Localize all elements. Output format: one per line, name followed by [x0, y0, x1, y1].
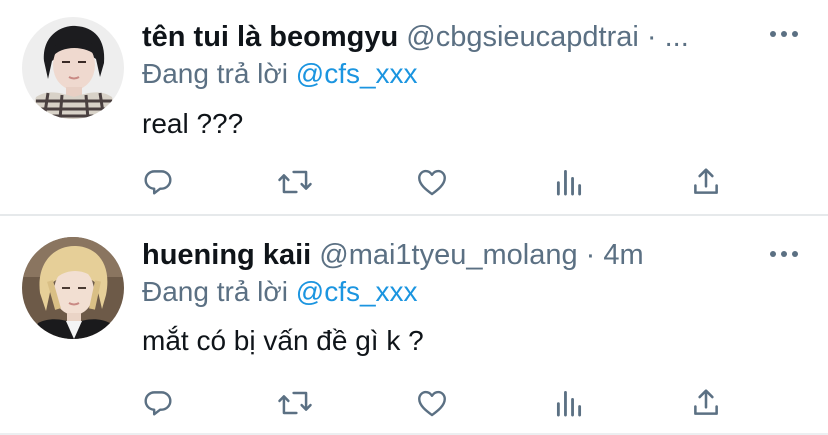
reply-icon — [144, 170, 172, 195]
reply-mention-link[interactable]: @cfs_xxx — [296, 58, 418, 89]
display-name[interactable]: huening kaii — [142, 239, 311, 271]
like-button[interactable] — [412, 162, 452, 202]
separator: · — [585, 239, 596, 271]
reply-button[interactable] — [138, 162, 178, 202]
tweet[interactable]: tên tui là beomgyu @cbgsieucapdtrai · ..… — [0, 0, 828, 215]
tweet-header: huening kaii @mai1tyeu_molang · 4m — [142, 238, 644, 272]
like-icon — [418, 169, 446, 196]
tweet-divider — [0, 214, 828, 216]
analytics-icon — [556, 169, 582, 196]
share-button[interactable] — [686, 162, 726, 202]
avatar[interactable] — [22, 17, 124, 119]
share-icon — [694, 168, 718, 194]
tweet-actions — [0, 383, 828, 423]
retweet-icon — [278, 391, 312, 415]
share-icon — [694, 389, 718, 415]
retweet-icon — [278, 170, 312, 194]
more-options-icon[interactable] — [770, 29, 800, 39]
reply-prefix: Đang trả lời — [142, 276, 288, 307]
retweet-button[interactable] — [275, 383, 315, 423]
user-avatar-photo-icon — [22, 17, 124, 119]
timestamp[interactable]: ... — [665, 21, 689, 53]
retweet-button[interactable] — [275, 162, 315, 202]
tweet-actions — [0, 162, 828, 202]
reply-prefix: Đang trả lời — [142, 58, 288, 89]
like-icon — [418, 390, 446, 417]
tweet-header: tên tui là beomgyu @cbgsieucapdtrai · ..… — [142, 20, 689, 54]
user-handle[interactable]: @mai1tyeu_molang — [319, 239, 577, 271]
reply-button[interactable] — [138, 383, 178, 423]
tweet[interactable]: huening kaii @mai1tyeu_molang · 4m Đang … — [0, 217, 828, 435]
avatar[interactable] — [22, 237, 124, 339]
analytics-button[interactable] — [549, 162, 589, 202]
tweet-text: mắt có bị vấn đề gì k ? — [142, 325, 424, 356]
reply-mention-link[interactable]: @cfs_xxx — [296, 276, 418, 307]
tweet-text: real ??? — [142, 108, 244, 139]
analytics-button[interactable] — [549, 383, 589, 423]
separator: · — [646, 21, 657, 53]
share-button[interactable] — [686, 383, 726, 423]
reply-icon — [144, 391, 172, 416]
display-name[interactable]: tên tui là beomgyu — [142, 21, 398, 53]
user-handle[interactable]: @cbgsieucapdtrai — [406, 21, 639, 53]
analytics-icon — [556, 390, 582, 417]
like-button[interactable] — [412, 383, 452, 423]
timestamp[interactable]: 4m — [603, 239, 643, 271]
user-avatar-photo-icon — [22, 237, 124, 339]
replying-to: Đang trả lời @cfs_xxx — [142, 275, 418, 309]
more-options-icon[interactable] — [770, 249, 800, 259]
replying-to: Đang trả lời @cfs_xxx — [142, 57, 418, 91]
